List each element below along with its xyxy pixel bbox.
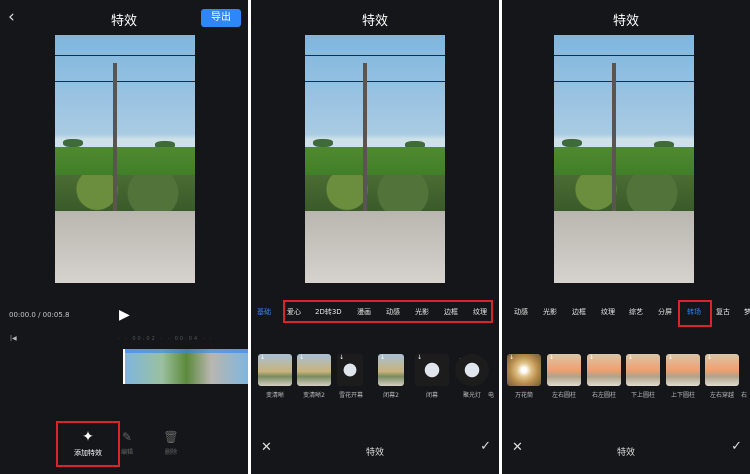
download-icon: ↓ [417,354,423,361]
effect-label: 电 [487,392,494,399]
timecode-display: 00:00.0 / 00:05.8 [9,311,70,319]
download-icon: ↓ [299,354,305,361]
tab-texture[interactable]: 纹理 [473,307,487,317]
edit-icon: ✎ [121,430,133,444]
tab-dream[interactable]: 梦 [744,307,750,317]
tab-dynamic[interactable]: 动感 [514,307,528,317]
video-preview [554,35,694,283]
tab-border[interactable]: 边框 [444,307,458,317]
video-preview [55,35,195,283]
video-track-clip[interactable] [123,349,248,384]
tab-split-screen[interactable]: 分屏 [658,307,672,317]
effect-label: 右 [740,392,747,399]
video-preview [305,35,445,283]
delete-button[interactable]: 🗑 删除 [149,430,193,456]
tab-light-shadow[interactable]: 光影 [543,307,557,317]
tab-border[interactable]: 边框 [572,307,586,317]
effect-label: 下上圆柱 [630,392,655,399]
tab-variety[interactable]: 综艺 [629,307,643,317]
effect-label: 雪花开幕 [338,392,363,399]
download-icon: ↓ [549,354,555,361]
tab-dynamic[interactable]: 动感 [386,307,400,317]
effect-thumb[interactable]: ↓ [297,354,331,386]
tab-2d-to-3d[interactable]: 2D转3D [315,307,342,317]
effect-thumb[interactable]: ↓ [507,354,541,386]
download-icon: ↓ [589,354,595,361]
effect-picker-basic-panel: 特效 基础 爱心 2D转3D 漫画 动感 光影 边框 纹理 ↓ 变清晰 ↓ 变清… [251,0,499,474]
effect-label: 左右圆柱 [551,392,576,399]
footer-title: 特效 [365,448,384,458]
footer-title: 特效 [616,448,635,458]
download-icon: ↓ [260,354,266,361]
tab-texture[interactable]: 纹理 [601,307,615,317]
edit-button[interactable]: ✎ 编辑 [105,430,149,456]
effect-label: 上下圆柱 [670,392,695,399]
effect-thumb[interactable]: ↓ [547,354,581,386]
effect-picker-transition-panel: 特效 动感 光影 边框 纹理 综艺 分屏 转场 复古 梦 ↓ 万花筒 ↓ 左右圆… [502,0,750,474]
confirm-check-icon[interactable]: ✓ [480,439,491,454]
page-title: 特效 [361,14,388,29]
effect-thumb[interactable]: ↓ [455,354,489,386]
tab-love[interactable]: 爱心 [287,307,301,317]
trash-icon: 🗑 [163,430,179,444]
download-icon: ↓ [668,354,674,361]
page-title: 特效 [612,14,639,29]
export-button[interactable]: 导出 [201,9,241,27]
tab-basic[interactable]: 基础 [257,307,271,317]
effect-thumb[interactable]: ↓ [337,354,363,386]
download-icon: ↓ [339,354,345,361]
tab-transition[interactable]: 转场 [687,307,701,317]
download-icon: ↓ [380,354,386,361]
download-icon: ↓ [707,354,713,361]
effect-thumb[interactable]: ↓ [258,354,292,386]
download-icon: ↓ [457,354,463,361]
effect-label: 变清晰 [265,392,284,399]
effect-thumb[interactable]: ↓ [415,354,449,386]
timeline-ruler: · · 00:02 · · 00:04 · · [118,336,214,342]
add-effect-label: 添加特效 [74,449,102,457]
skip-to-start-icon[interactable]: |◀ [10,335,17,342]
effect-thumb[interactable]: ↓ [378,354,404,386]
edit-label: 编辑 [120,449,133,456]
effect-thumb[interactable]: ↓ [666,354,700,386]
effect-thumb[interactable]: ↓ [626,354,660,386]
effects-editor-panel: ‹ 特效 导出 00:00.0 / 00:05.8 ▶ |◀ · · 00:02… [0,0,248,474]
effect-label: 万花筒 [514,392,533,399]
effect-thumb[interactable]: ↓ [587,354,621,386]
confirm-check-icon[interactable]: ✓ [731,439,742,454]
effect-label: 闭幕 [425,392,438,399]
delete-label: 删除 [164,449,177,456]
play-icon[interactable]: ▶ [119,307,130,323]
effect-thumb[interactable]: ↓ [705,354,739,386]
tab-retro[interactable]: 复古 [716,307,730,317]
effect-label: 闭幕2 [383,392,399,399]
tab-light-shadow[interactable]: 光影 [415,307,429,317]
effect-label: 右左圆柱 [591,392,616,399]
tab-comic[interactable]: 漫画 [357,307,371,317]
download-icon: ↓ [509,354,515,361]
download-icon: ↓ [628,354,634,361]
